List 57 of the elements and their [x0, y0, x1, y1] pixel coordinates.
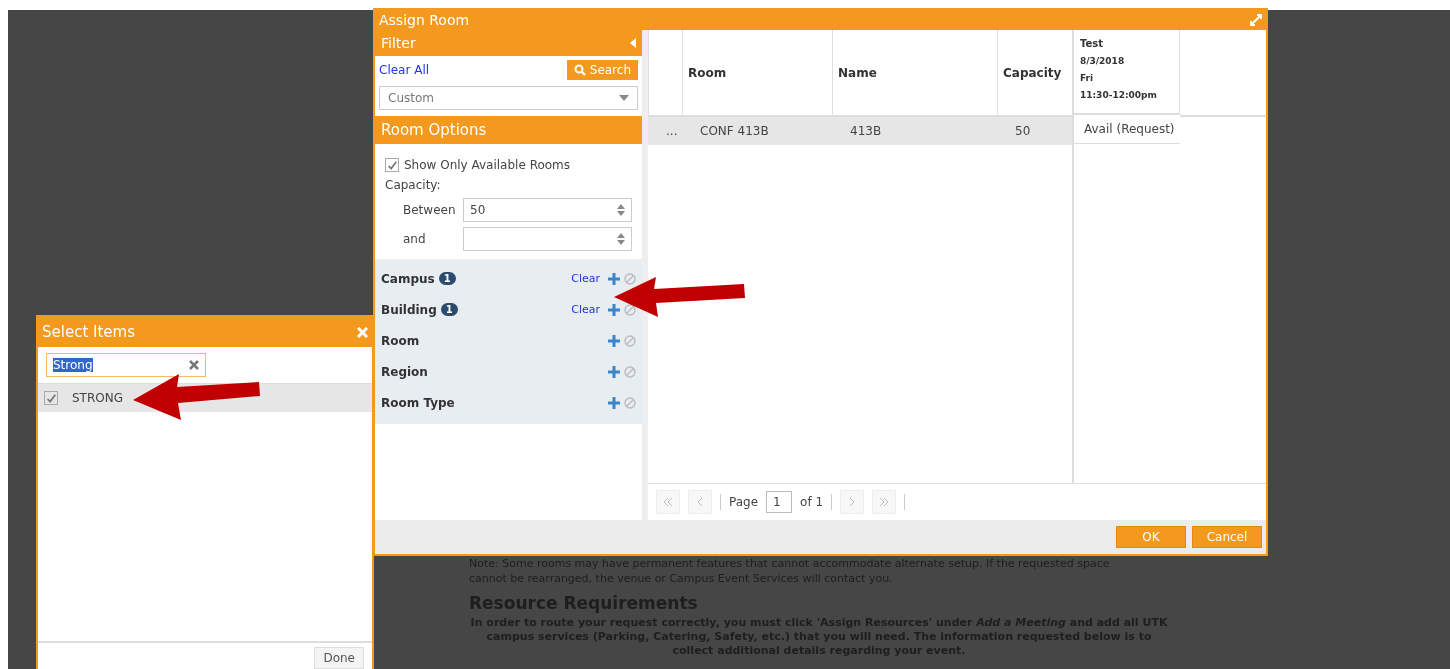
dialog-title: Select Items: [42, 323, 135, 341]
checkbox-label: Show Only Available Rooms: [404, 158, 571, 172]
section-title: Room Options: [381, 121, 487, 139]
table-cell-text: 50: [1014, 124, 1032, 138]
checkbox[interactable]: [44, 391, 58, 405]
facet-label: Campus: [381, 271, 435, 286]
add-icon[interactable]: [608, 272, 620, 285]
facet-label: Region: [381, 364, 428, 379]
field-label: and: [403, 232, 427, 246]
table-cell-text: 413B: [849, 124, 883, 138]
checkbox[interactable]: [385, 158, 399, 172]
facet-label: Room: [381, 333, 420, 348]
field-label: Between: [403, 203, 457, 217]
schedule-header-text: Fri: [1080, 73, 1095, 83]
number-field[interactable]: 50: [463, 198, 632, 222]
page-count: of 1: [800, 495, 824, 509]
add-icon[interactable]: [608, 365, 620, 378]
spinner-icon[interactable]: [617, 233, 625, 245]
column-header[interactable]: Capacity: [997, 30, 1072, 115]
count-badge: 1: [438, 272, 456, 285]
schedule-header-text: Test: [1080, 38, 1104, 49]
add-icon[interactable]: [608, 303, 620, 316]
preset-dropdown[interactable]: Custom: [379, 86, 638, 110]
add-icon[interactable]: [608, 396, 620, 409]
dialog-title: Assign Room: [379, 12, 470, 28]
page-label: Page: [729, 495, 759, 509]
table-row[interactable]: ... CONF 413B 413B 50: [648, 117, 1072, 145]
schedule-header-text: 8/3/2018: [1080, 56, 1126, 66]
field-label: Capacity:: [385, 178, 442, 192]
done-button[interactable]: Done: [314, 647, 364, 669]
search-field[interactable]: Strong: [46, 353, 206, 377]
facet-label: Building: [381, 302, 437, 317]
clear-icon[interactable]: [189, 360, 199, 370]
clear-link[interactable]: Clear: [571, 272, 600, 285]
schedule-header-text: 11:30-12:00pm: [1080, 90, 1158, 100]
panel-title: Filter: [381, 35, 416, 51]
count-badge: 1: [440, 303, 458, 316]
collapse-icon[interactable]: [630, 38, 636, 48]
close-icon[interactable]: [357, 326, 368, 338]
column-header[interactable]: Room: [682, 30, 832, 115]
caret-icon[interactable]: [619, 95, 629, 101]
clear-all-link[interactable]: Clear All: [379, 63, 430, 77]
table-cell-text: CONF 413B: [699, 124, 770, 138]
spinner-icon[interactable]: [617, 204, 625, 216]
clear-link[interactable]: Clear: [571, 303, 600, 316]
search-icon: [573, 64, 586, 76]
last-page-icon[interactable]: [872, 490, 897, 514]
add-icon[interactable]: [608, 334, 620, 347]
number-field[interactable]: [463, 227, 632, 251]
first-page-icon[interactable]: [656, 490, 680, 514]
facet-label: Room Type: [381, 395, 455, 410]
column-header[interactable]: Name: [832, 30, 997, 115]
expand-icon[interactable]: [1250, 14, 1262, 26]
availability-cell[interactable]: Avail (Request): [1074, 115, 1180, 144]
page-field[interactable]: 1: [766, 491, 793, 513]
more-text[interactable]: ...: [656, 124, 690, 138]
list-item[interactable]: STRONG: [72, 391, 123, 405]
